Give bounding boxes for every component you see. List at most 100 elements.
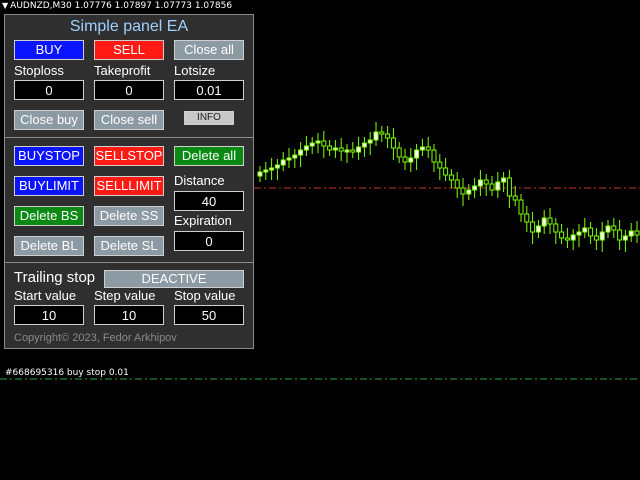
delete-ss-button[interactable]: Delete SS (94, 206, 164, 226)
delete-bs-button[interactable]: Delete BS (14, 206, 84, 226)
candle-body (350, 149, 356, 153)
sellstop-button[interactable]: SELLSTOP (94, 146, 164, 166)
buy-button[interactable]: BUY (14, 40, 84, 60)
candle-body (257, 171, 263, 177)
candle-body (605, 225, 611, 233)
candle-body (332, 147, 338, 151)
candles (257, 122, 640, 252)
symbol-quote: AUDNZD,M30 1.07776 1.07897 1.07773 1.078… (10, 1, 233, 11)
candle-body (414, 149, 420, 159)
delete-sl-button[interactable]: Delete SL (94, 236, 164, 256)
close-sell-button[interactable]: Close sell (94, 110, 164, 130)
candle-body (454, 179, 460, 189)
candle-body (570, 234, 576, 241)
candle-body (593, 235, 599, 241)
candle-body (321, 140, 327, 147)
candle-body (385, 133, 391, 139)
lotsize-input[interactable] (174, 80, 244, 100)
candle-body (530, 221, 536, 233)
stoploss-label: Stoploss (14, 63, 64, 78)
simple-panel: Simple panel EA BUY SELL Close all Stopl… (4, 14, 254, 349)
candle-body (472, 185, 478, 191)
candle-body (483, 179, 489, 185)
lotsize-label: Lotsize (174, 63, 216, 78)
panel-divider (5, 137, 253, 138)
info-button[interactable]: INFO (184, 111, 234, 125)
chart-menu-triangle-icon[interactable]: ▼ (2, 1, 8, 10)
candle-body (379, 131, 385, 135)
stoploss-input[interactable] (14, 80, 84, 100)
trailing-stop-label: Trailing stop (14, 269, 96, 286)
candle-body (634, 230, 640, 236)
candle-body (518, 199, 524, 215)
distance-input[interactable] (174, 191, 244, 211)
step-value-input[interactable] (94, 305, 164, 325)
candle-body (495, 181, 501, 191)
candle-body (460, 187, 466, 195)
buylimit-button[interactable]: BUYLIMIT (14, 176, 84, 196)
candle-body (512, 195, 518, 201)
candle-body (390, 137, 396, 149)
candle-body (344, 149, 350, 153)
candle-body (489, 183, 495, 191)
candle-body (373, 131, 379, 141)
candle-body (617, 229, 623, 241)
candle-body (576, 231, 582, 236)
candle-body (298, 149, 304, 156)
stop-value-label: Stop value (174, 288, 236, 303)
expiration-label: Expiration (174, 213, 232, 228)
candle-body (599, 231, 605, 241)
candle-body (431, 149, 437, 163)
selllimit-button[interactable]: SELLLIMIT (94, 176, 164, 196)
candle-body (274, 164, 280, 169)
candle-body (501, 177, 507, 183)
copyright-text: Copyright© 2023, Fedor Arkhipov (14, 332, 177, 344)
candle-body (425, 146, 431, 151)
chart-header: ▼ AUDNZD,M30 1.07776 1.07897 1.07773 1.07… (2, 1, 232, 11)
candle-body (559, 231, 565, 239)
panel-divider (5, 262, 253, 263)
expiration-input[interactable] (174, 231, 244, 251)
candle-body (466, 189, 472, 195)
start-value-input[interactable] (14, 305, 84, 325)
candle-body (553, 223, 559, 233)
buystop-button[interactable]: BUYSTOP (14, 146, 84, 166)
candle-body (535, 225, 541, 233)
close-all-button[interactable]: Close all (174, 40, 244, 60)
sell-button[interactable]: SELL (94, 40, 164, 60)
distance-label: Distance (174, 173, 225, 188)
candle-body (327, 145, 333, 151)
candle-body (361, 142, 367, 148)
delete-bl-button[interactable]: Delete BL (14, 236, 84, 256)
candle-body (280, 159, 286, 166)
stop-value-input[interactable] (174, 305, 244, 325)
takeprofit-input[interactable] (94, 80, 164, 100)
delete-all-button[interactable]: Delete all (174, 146, 244, 166)
candle-body (338, 147, 344, 152)
candle-body (524, 213, 530, 223)
candle-body (611, 225, 617, 231)
candle-body (437, 161, 443, 169)
candle-body (286, 157, 292, 161)
candle-body (506, 177, 512, 197)
candle-body (396, 147, 402, 158)
candle-body (541, 217, 547, 227)
candle-body (628, 230, 634, 237)
candle-body (269, 167, 275, 171)
candle-body (292, 154, 298, 159)
candle-body (547, 217, 553, 225)
candle-body (419, 146, 425, 151)
trailing-stop-toggle[interactable]: DEACTIVE (104, 270, 244, 288)
candle-body (443, 167, 449, 176)
close-buy-button[interactable]: Close buy (14, 110, 84, 130)
candle-body (622, 235, 628, 241)
start-value-label: Start value (14, 288, 77, 303)
candle-body (448, 174, 454, 181)
candle-body (408, 157, 414, 163)
step-value-label: Step value (94, 288, 156, 303)
candle-body (367, 139, 373, 144)
candle-body (477, 179, 483, 187)
pending-order-label: #668695316 buy stop 0.01 (5, 368, 129, 378)
candle-body (303, 145, 309, 151)
candle-body (309, 142, 315, 147)
